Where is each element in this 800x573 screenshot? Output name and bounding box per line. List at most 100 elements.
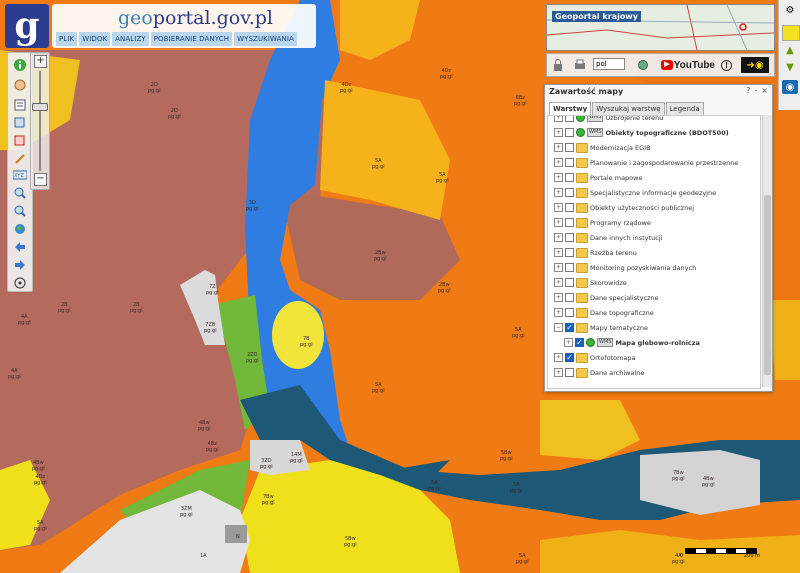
layer-row[interactable]: + Dane specjalistyczne	[554, 290, 659, 305]
layer-row[interactable]: + WMS Uzbrojenie terenu	[554, 116, 663, 125]
expand-toggle-icon[interactable]: +	[554, 368, 563, 377]
geoportal-logo[interactable]: g	[5, 4, 49, 48]
layer-tree-scrollbar[interactable]	[762, 115, 772, 387]
expand-toggle-icon[interactable]: +	[554, 353, 563, 362]
tab-wyszukaj-warstwe[interactable]: Wyszukaj warstwę	[592, 102, 665, 115]
menu-pobieranie[interactable]: POBIERANIE DANYCH	[150, 32, 233, 46]
info-icon[interactable]	[12, 57, 27, 72]
layer-row[interactable]: + Planowanie i zagospodarowanie przestrze…	[554, 155, 738, 170]
service-status-icon	[576, 116, 585, 122]
layer-checkbox[interactable]	[565, 263, 574, 272]
lock-icon[interactable]	[551, 57, 565, 73]
layer-checkbox[interactable]	[565, 218, 574, 227]
layer-row[interactable]: + WMS Obiekty topograficzne (BDOT500)	[554, 125, 729, 140]
layer-row[interactable]: + Dane archiwalne	[554, 365, 644, 380]
accessibility-icon[interactable]	[719, 57, 733, 73]
layer-checkbox[interactable]	[565, 143, 574, 152]
layer-checkbox[interactable]	[565, 308, 574, 317]
layer-row[interactable]: + ✓ Ortofotomapa	[554, 350, 636, 365]
layer-checkbox[interactable]	[565, 158, 574, 167]
zoom-knob[interactable]	[32, 103, 48, 111]
zoom-minus-button[interactable]: −	[34, 173, 47, 186]
full-extent-icon[interactable]	[12, 275, 27, 290]
expand-toggle-icon[interactable]: +	[554, 128, 563, 137]
expand-icon[interactable]: ▼	[782, 60, 798, 74]
layer-checkbox[interactable]	[565, 278, 574, 287]
panel-help-button[interactable]: ?	[746, 86, 750, 95]
forward-arrow-icon[interactable]	[12, 257, 27, 272]
layer-checkbox[interactable]: ✓	[565, 323, 574, 332]
menu-analizy[interactable]: ANALIZY	[112, 32, 149, 46]
language-select[interactable]: pol	[593, 58, 625, 70]
select-area-icon[interactable]	[12, 115, 27, 130]
high-contrast-icon[interactable]: ➜◉	[741, 57, 769, 73]
expand-toggle-icon[interactable]: +	[554, 278, 563, 287]
folder-icon	[576, 232, 588, 243]
menu-wyszukiwania[interactable]: WYSZUKIWANIA	[234, 32, 297, 46]
layer-checkbox[interactable]	[565, 203, 574, 212]
zoom-slider[interactable]: + −	[30, 52, 50, 190]
tab-legenda[interactable]: Legenda	[665, 102, 704, 115]
menu-widok[interactable]: WIDOK	[79, 32, 111, 46]
layer-row[interactable]: + ✓ WMS Mapa glebowo-rolnicza	[564, 335, 700, 350]
scrollbar-thumb[interactable]	[764, 195, 771, 375]
layer-row[interactable]: + Modernizacja EGIB	[554, 140, 651, 155]
map-mode-icon[interactable]	[782, 25, 800, 41]
layer-checkbox[interactable]: ✓	[565, 353, 574, 362]
layer-row[interactable]: + Dane innych instytucji	[554, 230, 662, 245]
layer-row[interactable]: + Dane topograficzne	[554, 305, 654, 320]
overview-map[interactable]: Geoportal krajowy	[546, 4, 775, 51]
layer-row[interactable]: + Portale mapowe	[554, 170, 642, 185]
select-red-icon[interactable]	[12, 133, 27, 148]
zoom-out-icon[interactable]	[12, 203, 27, 218]
back-arrow-icon[interactable]	[12, 239, 27, 254]
globe-icon[interactable]	[12, 221, 27, 236]
layer-checkbox[interactable]	[565, 248, 574, 257]
draw-pencil-icon[interactable]	[12, 151, 27, 166]
help-circle-icon[interactable]	[637, 57, 649, 73]
layer-row[interactable]: + Skorowidze	[554, 275, 627, 290]
layer-checkbox[interactable]	[565, 188, 574, 197]
layer-row[interactable]: − ✓ Mapy tematyczne	[554, 320, 648, 335]
settings-gear-icon[interactable]: ⚙	[782, 3, 798, 17]
menu-plik[interactable]: PLIK	[56, 32, 78, 46]
expand-toggle-icon[interactable]: +	[554, 158, 563, 167]
expand-toggle-icon[interactable]: +	[554, 116, 563, 122]
pan-hand-icon[interactable]	[12, 77, 27, 92]
eye-view-icon[interactable]: ◉	[782, 80, 798, 94]
expand-toggle-icon[interactable]: −	[554, 323, 563, 332]
layer-checkbox[interactable]	[565, 173, 574, 182]
expand-toggle-icon[interactable]: +	[554, 293, 563, 302]
expand-toggle-icon[interactable]: +	[554, 308, 563, 317]
expand-toggle-icon[interactable]: +	[564, 338, 573, 347]
layer-checkbox[interactable]	[565, 116, 574, 122]
layer-checkbox[interactable]: ✓	[575, 338, 584, 347]
coordinates-icon[interactable]: XYZ	[12, 167, 27, 182]
layer-checkbox[interactable]	[565, 368, 574, 377]
expand-toggle-icon[interactable]: +	[554, 203, 563, 212]
zoom-plus-button[interactable]: +	[34, 55, 47, 68]
layer-row[interactable]: + Programy rządowe	[554, 215, 651, 230]
expand-toggle-icon[interactable]: +	[554, 143, 563, 152]
tab-warstwy[interactable]: Warstwy	[549, 102, 592, 115]
layer-row[interactable]: + Specjalistyczne informacje geodezyjne	[554, 185, 716, 200]
layer-checkbox[interactable]	[565, 233, 574, 242]
layer-row[interactable]: + Monitoring pozyskiwania danych	[554, 260, 696, 275]
zoom-in-icon[interactable]	[12, 185, 27, 200]
panel-close-button[interactable]: ×	[761, 86, 768, 95]
layer-list-icon[interactable]	[12, 97, 27, 112]
layer-checkbox[interactable]	[565, 128, 574, 137]
expand-toggle-icon[interactable]: +	[554, 248, 563, 257]
layer-checkbox[interactable]	[565, 293, 574, 302]
expand-toggle-icon[interactable]: +	[554, 173, 563, 182]
expand-toggle-icon[interactable]: +	[554, 263, 563, 272]
expand-toggle-icon[interactable]: +	[554, 233, 563, 242]
expand-toggle-icon[interactable]: +	[554, 218, 563, 227]
collapse-icon[interactable]: ▲	[782, 43, 798, 57]
layer-row[interactable]: + Rzeźba terenu	[554, 245, 637, 260]
panel-minimize-button[interactable]: -	[754, 86, 757, 95]
youtube-link[interactable]: ▶ YouTube	[661, 57, 715, 73]
expand-toggle-icon[interactable]: +	[554, 188, 563, 197]
print-icon[interactable]	[573, 57, 587, 73]
layer-row[interactable]: + Obiekty użyteczności publicznej	[554, 200, 694, 215]
